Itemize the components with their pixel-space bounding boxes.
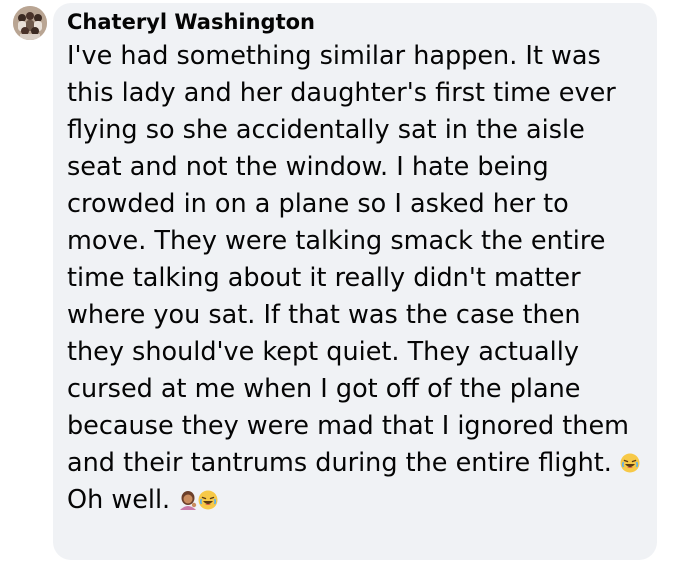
comment-bubble: Chateryl Washington I've had something s… <box>53 3 657 560</box>
laughing-emoji-icon <box>620 453 640 473</box>
comment-body: I've had something similar happen. It wa… <box>67 41 629 478</box>
comment-closing: Oh well. <box>67 485 171 515</box>
laughing-emoji-icon-2 <box>198 490 218 510</box>
profile-photo-icon <box>13 6 47 40</box>
woman-tipping-hand-emoji-icon <box>178 490 198 510</box>
comment-text: I've had something similar happen. It wa… <box>67 38 645 519</box>
comment-author[interactable]: Chateryl Washington <box>67 9 645 35</box>
avatar[interactable] <box>13 6 47 40</box>
